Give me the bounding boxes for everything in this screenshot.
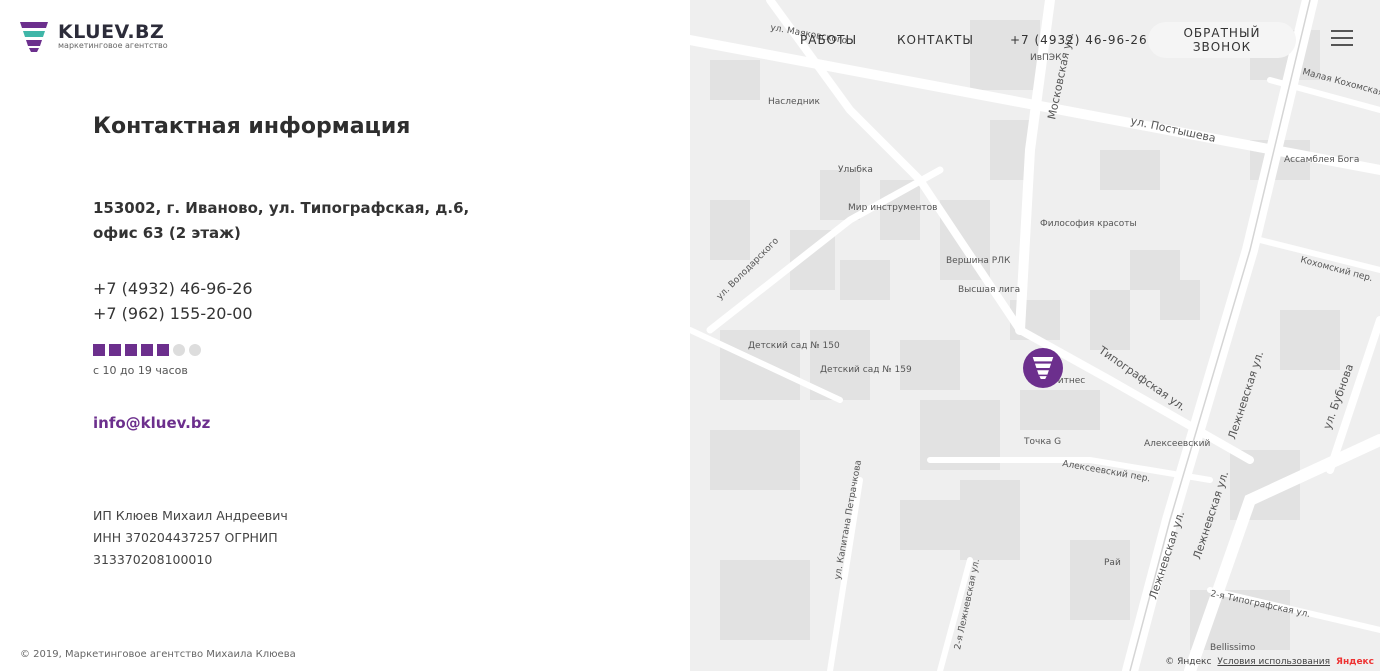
working-hours: с 10 до 19 часов <box>93 364 188 377</box>
contacts-panel: KLUEV.BZ маркетинговое агентство Контакт… <box>0 0 690 671</box>
map-label: Высшая лига <box>958 285 1020 295</box>
map-label: Детский сад № 159 <box>820 365 912 375</box>
map-terms-link[interactable]: Условия использования <box>1217 657 1330 667</box>
map-label: Лежневская ул. <box>1190 469 1231 560</box>
email-link[interactable]: info@kluev.bz <box>93 414 210 432</box>
kluev-logo-icon <box>1032 357 1054 379</box>
map-label: Рай <box>1104 558 1121 568</box>
legal-info: ИП Клюев Михаил Андреевич ИНН 3702044372… <box>93 505 288 571</box>
yandex-logo: Яндекс <box>1336 657 1374 667</box>
map-label: Улыбка <box>838 165 873 175</box>
nav-contacts[interactable]: КОНТАКТЫ <box>897 33 974 47</box>
map-brand: © Яндекс <box>1165 657 1212 667</box>
map-label: Точка G <box>1023 437 1061 447</box>
phone-1[interactable]: +7 (4932) 46-96-26 <box>93 276 253 301</box>
burger-icon[interactable] <box>1331 30 1353 48</box>
map-label: ул. Постышева <box>1129 114 1217 145</box>
map-label: ИвПЭК <box>1030 53 1062 63</box>
map-canvas[interactable]: ул. Маяковского ул. Постышева Московская… <box>690 0 1380 671</box>
weekend-dot <box>189 344 201 356</box>
map-attribution: © Яндекс Условия использования Яндекс <box>1165 657 1374 667</box>
legal-line-1: ИП Клюев Михаил Андреевич <box>93 508 288 523</box>
legal-line-3: 313370208100010 <box>93 552 213 567</box>
nav-phone[interactable]: +7 (4932) 46-96-26 <box>1010 33 1148 47</box>
callback-button[interactable]: ОБРАТНЫЙ ЗВОНОК <box>1148 22 1296 58</box>
address-line-2: офис 63 (2 этаж) <box>93 224 241 242</box>
nav-works[interactable]: РАБОТЫ <box>800 33 857 47</box>
map[interactable]: ул. Маяковского ул. Постышева Московская… <box>690 0 1380 671</box>
weekend-dot <box>173 344 185 356</box>
map-label: Ассамблея Бога <box>1284 155 1359 165</box>
workdays-indicator <box>93 344 201 356</box>
copyright: © 2019, Маркетинговое агентство Михаила … <box>20 649 296 660</box>
map-label: Вершина РЛК <box>946 256 1011 266</box>
legal-line-2: ИНН 370204437257 ОГРНИП <box>93 530 278 545</box>
workday-dot <box>125 344 137 356</box>
map-label: Bellissimo <box>1210 643 1256 653</box>
phone-list: +7 (4932) 46-96-26 +7 (962) 155-20-00 <box>93 276 253 326</box>
workday-dot <box>141 344 153 356</box>
address: 153002, г. Иваново, ул. Типографская, д.… <box>93 196 469 246</box>
workday-dot <box>109 344 121 356</box>
map-label: Философия красоты <box>1040 219 1137 229</box>
map-label: Мир инструментов <box>848 203 937 213</box>
workday-dot <box>157 344 169 356</box>
workday-dot <box>93 344 105 356</box>
map-label: Лежневская ул. <box>1225 349 1266 440</box>
office-location-marker[interactable] <box>1023 348 1063 388</box>
map-label: Детский сад № 150 <box>748 341 840 351</box>
map-label: Наследник <box>768 97 820 107</box>
page-title: Контактная информация <box>93 114 411 139</box>
phone-2[interactable]: +7 (962) 155-20-00 <box>93 301 253 326</box>
address-line-1: 153002, г. Иваново, ул. Типографская, д.… <box>93 199 470 217</box>
map-label: Алексеевский <box>1144 439 1210 449</box>
